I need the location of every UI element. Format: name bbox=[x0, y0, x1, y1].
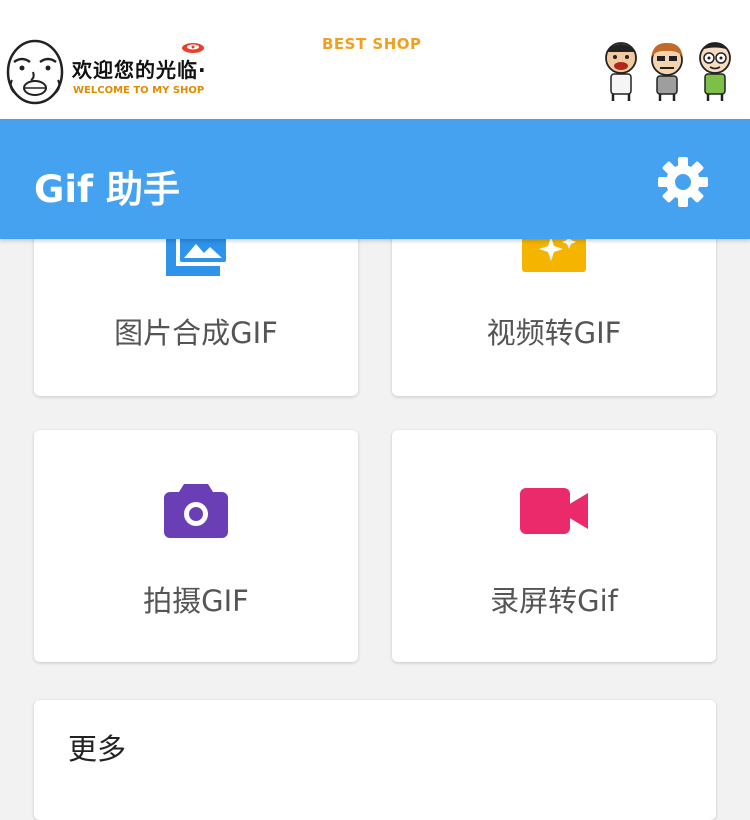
card-label: 拍摄GIF bbox=[143, 584, 249, 618]
gear-icon[interactable] bbox=[656, 155, 710, 209]
welcome-text-cn: 欢迎您的光临· bbox=[72, 58, 207, 82]
app-toolbar: Gif 助手 bbox=[0, 119, 750, 239]
shop-bag-icon bbox=[182, 43, 204, 53]
shop-banner[interactable]: 欢迎您的光临· WELCOME TO MY SHOP BEST SHOP bbox=[0, 0, 750, 119]
welcome-text-en: WELCOME TO MY SHOP bbox=[73, 85, 205, 96]
cartoon-character-icon bbox=[651, 42, 683, 101]
page-title: Gif 助手 bbox=[34, 168, 181, 211]
card-label: 视频转GIF bbox=[486, 316, 622, 350]
shop-name: BEST SHOP bbox=[322, 35, 422, 53]
videocam-icon bbox=[520, 488, 588, 534]
card-label: 图片合成GIF bbox=[114, 316, 278, 350]
meme-face-icon bbox=[6, 39, 64, 105]
more-label: 更多 bbox=[68, 732, 127, 766]
cartoon-character-icon bbox=[699, 42, 731, 101]
camera-icon bbox=[164, 484, 228, 538]
more-section[interactable]: 更多 bbox=[34, 700, 716, 820]
screen-record-gif-card[interactable]: 录屏转Gif bbox=[392, 430, 716, 662]
card-label: 录屏转Gif bbox=[490, 584, 618, 618]
cartoon-character-icon bbox=[605, 42, 637, 101]
capture-gif-card[interactable]: 拍摄GIF bbox=[34, 430, 358, 662]
